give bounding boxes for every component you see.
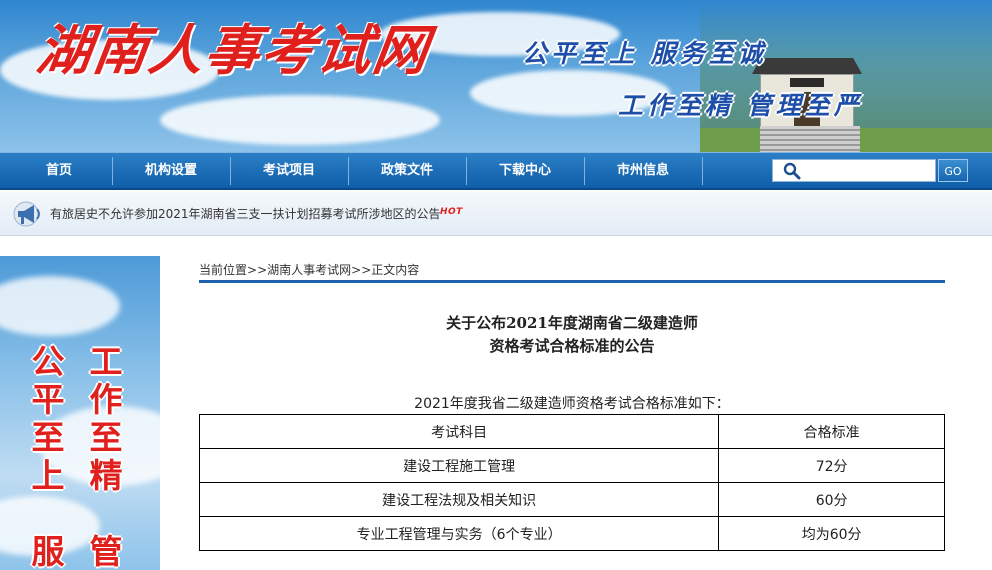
nav-separator xyxy=(702,157,703,185)
table-row: 建设工程法规及相关知识 60分 xyxy=(198,482,945,517)
table-cell-standard: 60分 xyxy=(718,482,945,517)
article-title-line-2: 资格考试合格标准的公告 xyxy=(489,337,655,355)
site-logo[interactable]: 湖南人事考试网 xyxy=(32,6,435,85)
table-cell-standard: 72分 xyxy=(718,448,945,483)
breadcrumb-separator: >> xyxy=(351,263,372,277)
table-header-row: 考试科目 合格标准 xyxy=(198,414,945,449)
article-title: 关于公布2021年度湖南省二级建造师 资格考试合格标准的公告 xyxy=(199,312,945,358)
table-cell-standard: 均为60分 xyxy=(718,516,945,551)
article-intro: 2021年度我省二级建造师资格考试合格标准如下： xyxy=(414,396,730,412)
table-cell-subject: 建设工程施工管理 xyxy=(198,448,720,483)
table-cell-subject: 建设工程法规及相关知识 xyxy=(198,482,720,517)
article-title-line-1: 关于公布2021年度湖南省二级建造师 xyxy=(446,314,698,332)
nav-download-center[interactable]: 下载中心 xyxy=(466,153,584,189)
notice-link[interactable]: 有旅居史不允许参加2021年湖南省三支一扶计划招募考试所涉地区的公告 xyxy=(50,205,441,222)
table-header-standard: 合格标准 xyxy=(718,414,945,449)
side-banner: 公 平 至 上 服 工 作 至 精 管 xyxy=(0,256,160,570)
breadcrumb-current: 正文内容 xyxy=(371,263,420,277)
search-input[interactable] xyxy=(807,161,933,180)
hot-badge: HOT xyxy=(440,207,463,217)
breadcrumb: 当前位置>>湖南人事考试网>>正文内容 xyxy=(199,261,945,283)
side-slogan-right: 工 作 至 精 管 xyxy=(89,342,123,570)
table-cell-subject: 专业工程管理与实务（6个专业） xyxy=(198,516,720,551)
nav-policy-documents[interactable]: 政策文件 xyxy=(348,153,466,189)
pass-standard-table: 考试科目 合格标准 建设工程施工管理 72分 建设工程法规及相关知识 60分 专… xyxy=(198,414,945,551)
nav-organization[interactable]: 机构设置 xyxy=(112,153,230,189)
nav-home[interactable]: 首页 xyxy=(0,153,118,189)
stairs-scenery xyxy=(760,126,860,152)
nav-city-info[interactable]: 市州信息 xyxy=(584,153,702,189)
breadcrumb-site-link[interactable]: 湖南人事考试网 xyxy=(267,263,351,277)
search-icon xyxy=(783,162,801,180)
search-box[interactable] xyxy=(772,159,936,182)
slogan-line-2: 工作至精 管理至严 xyxy=(618,91,863,120)
cloud-decoration xyxy=(0,276,120,336)
slogan-line-1: 公平至上 服务至诚 xyxy=(522,39,767,68)
header-banner: 湖南人事考试网 公平至上 服务至诚 工作至精 管理至严 xyxy=(0,0,992,152)
notice-bar: 有旅居史不允许参加2021年湖南省三支一扶计划招募考试所涉地区的公告 HOT xyxy=(0,192,992,236)
breadcrumb-separator: >> xyxy=(247,263,268,277)
nav-exam-items[interactable]: 考试项目 xyxy=(230,153,348,189)
cloud-decoration xyxy=(160,95,440,145)
breadcrumb-label: 当前位置 xyxy=(199,263,248,277)
table-row: 建设工程施工管理 72分 xyxy=(198,448,945,483)
table-row: 专业工程管理与实务（6个专业） 均为60分 xyxy=(198,516,945,551)
table-header-subject: 考试科目 xyxy=(198,414,720,449)
megaphone-icon xyxy=(13,201,40,227)
side-slogan-left: 公 平 至 上 服 xyxy=(31,342,65,570)
main-nav: 首页 机构设置 考试项目 政策文件 下载中心 市州信息 GO xyxy=(0,152,992,190)
search-go-button[interactable]: GO xyxy=(938,159,968,182)
